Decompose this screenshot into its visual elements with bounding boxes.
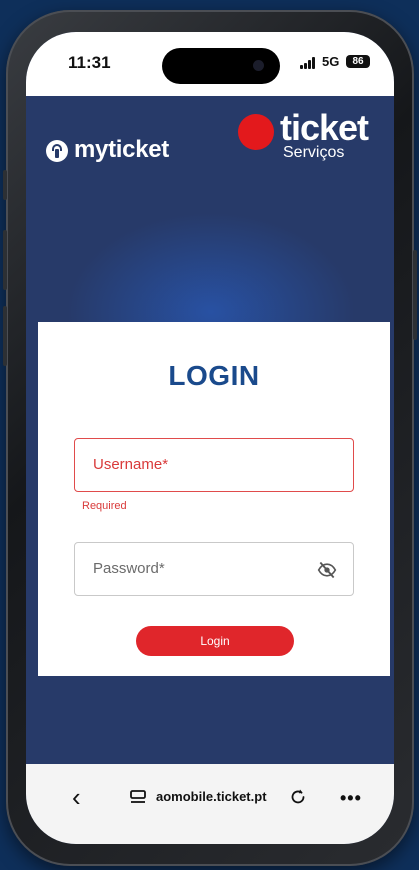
ticket-logo-dot [238,114,274,150]
browser-toolbar: ‹ aomobile.ticket.pt ••• [26,764,394,844]
power-button [413,250,417,340]
login-card: LOGIN Username* Required Password* Login [38,322,390,676]
chevron-left-icon[interactable]: ‹ [72,782,81,813]
ticket-logo-text: ticket [280,107,369,148]
header-logos: myticket ticket Serviços [26,96,394,176]
mute-switch [3,170,7,200]
status-bar: 11:31 5G 86 [26,32,394,96]
camera-icon [253,60,264,71]
reload-icon[interactable] [288,786,308,806]
dynamic-island [162,48,280,84]
battery-icon: 86 [346,55,370,68]
myticket-logo-icon [46,140,68,162]
username-input[interactable]: Username* [74,438,354,492]
password-input[interactable]: Password* [74,542,354,596]
password-placeholder: Password* [93,560,165,577]
ticket-logo-subtitle: Serviços [283,144,345,161]
username-placeholder: Username* [93,456,169,473]
volume-up-button [3,230,7,290]
eye-slash-icon[interactable] [317,560,337,580]
more-icon[interactable]: ••• [340,788,362,809]
username-error-text: Required [82,500,127,512]
volume-down-button [3,306,7,366]
url-display[interactable]: aomobile.ticket.pt [156,789,267,804]
myticket-logo-text: myticket [74,136,169,163]
tab-icon[interactable] [130,790,146,804]
login-title: LOGIN [168,360,260,391]
login-button[interactable]: Login [136,626,294,656]
status-time: 11:31 [68,53,111,72]
network-type: 5G [322,54,340,69]
phone-screen: 11:31 5G 86 myticket ticket Serviços LOG… [26,32,394,844]
phone-frame: 11:31 5G 86 myticket ticket Serviços LOG… [3,10,417,866]
